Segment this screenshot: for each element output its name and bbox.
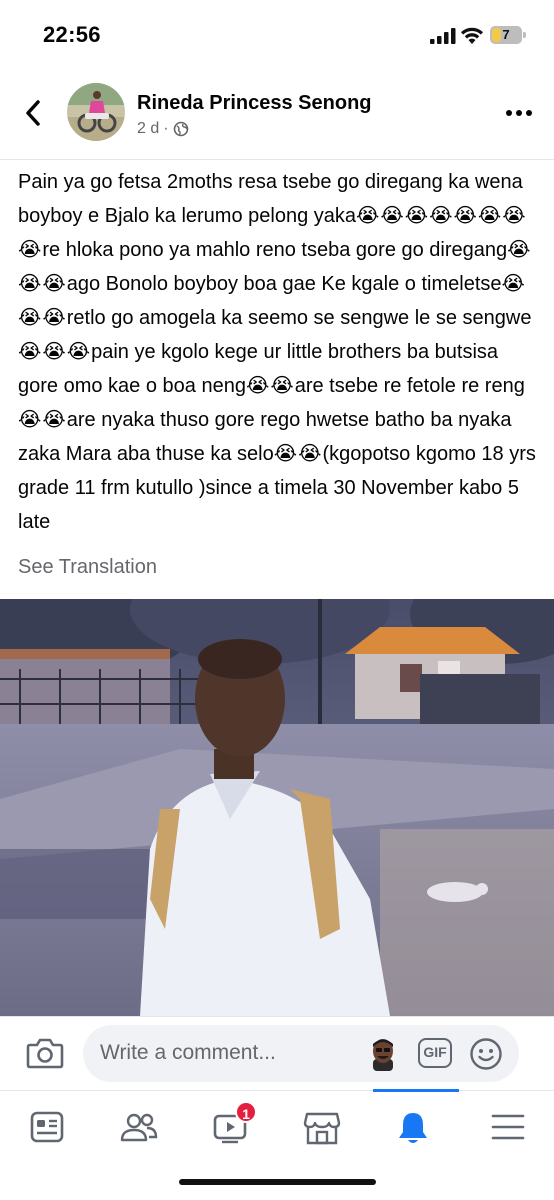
feed-icon [30, 1111, 64, 1143]
post-photo[interactable] [0, 599, 554, 1016]
crying-emoji-group: 😭😭 [18, 409, 67, 431]
active-tab-indicator [373, 1089, 459, 1092]
battery-icon: 7 [490, 26, 526, 44]
post-text-segment: ago Bonolo boyboy boa gae Ke kgale o tim… [66, 273, 502, 295]
watch-badge: 1 [235, 1101, 257, 1123]
post-header: Rineda Princess Senong 2 d · [0, 72, 554, 160]
crying-emoji-group: 😭😭 [245, 375, 295, 397]
comment-placeholder[interactable]: Write a comment... [100, 1041, 276, 1065]
back-arrow-icon[interactable] [22, 98, 46, 128]
tab-friends[interactable] [113, 1105, 163, 1149]
post-text-segment: re hloka pono ya mahlo reno tseba gore g… [42, 239, 508, 261]
post-time[interactable]: 2 d [137, 120, 159, 138]
emoji-smiley-icon[interactable] [469, 1037, 503, 1071]
author-avatar[interactable] [67, 83, 125, 141]
post-text-segment: retlo go amogela ka seemo se sengwe le s… [66, 307, 532, 329]
tab-news-feed[interactable] [22, 1105, 72, 1149]
author-name[interactable]: Rineda Princess Senong [137, 92, 372, 115]
bell-icon [399, 1113, 427, 1143]
status-time: 22:56 [43, 22, 101, 47]
tab-notifications[interactable] [388, 1105, 438, 1149]
tab-watch[interactable]: 1 [205, 1101, 257, 1149]
see-translation-link[interactable]: See Translation [18, 556, 157, 579]
avatar-sticker-icon[interactable] [367, 1037, 399, 1071]
globe-icon [173, 121, 188, 137]
home-indicator[interactable] [179, 1179, 376, 1185]
meta-separator: · [163, 120, 169, 137]
tab-marketplace[interactable] [296, 1105, 346, 1149]
wifi-icon [461, 27, 483, 44]
battery-level: 7 [502, 27, 510, 42]
post-text-segment: are tsebe re fetole re reng [294, 375, 525, 397]
tab-menu[interactable] [483, 1105, 533, 1149]
friends-icon [120, 1113, 158, 1142]
comment-bar: Write a comment... GIF [0, 1016, 554, 1090]
photo-image [0, 599, 554, 1016]
status-bar: 22:56 7 [0, 0, 554, 70]
post-text: Pain ya go fetsa 2moths resa tsebe go di… [18, 165, 538, 539]
more-options-icon[interactable] [505, 108, 533, 118]
camera-icon[interactable] [26, 1034, 64, 1072]
store-icon [303, 1112, 341, 1145]
crying-emoji-group: 😭😭😭 [18, 341, 92, 363]
menu-icon [491, 1114, 525, 1140]
gif-icon[interactable]: GIF [418, 1038, 452, 1068]
cellular-signal-icon [430, 28, 456, 44]
post-meta: 2 d · [137, 120, 189, 138]
crying-emoji-group: 😭😭 [273, 443, 323, 465]
